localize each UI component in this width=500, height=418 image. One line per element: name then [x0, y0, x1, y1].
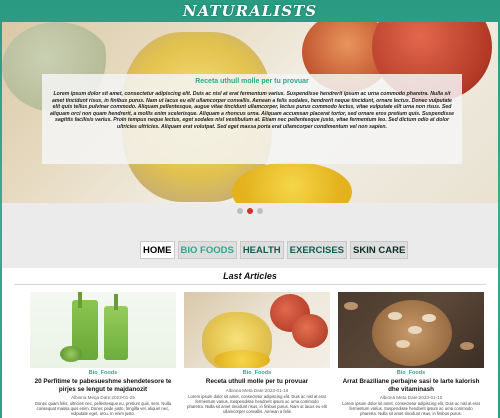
articles-heading: Last Articles: [223, 271, 277, 281]
hero-caption-text: Lorem ipsum dolor sit amet, consectetur …: [49, 91, 455, 130]
article-card-2[interactable]: Bio_Foods Receta uthull molle per tu pro…: [184, 292, 330, 418]
nav-bio-foods[interactable]: BIO FOODS: [177, 241, 237, 259]
article-title[interactable]: Receta uthull molle per tu provuar: [184, 378, 330, 386]
article-card-1[interactable]: Bio_Foods 20 Perfitime te pabesueshme sh…: [30, 292, 176, 418]
divider: [14, 284, 486, 285]
article-card-3[interactable]: Bio_Foods Arrat Braziliane perbajne sasi…: [338, 292, 484, 418]
hero-caption: Receta uthull molle per tu provuar Lorem…: [42, 74, 462, 164]
article-image-parsley-juice[interactable]: [30, 292, 176, 368]
slider-dot-3[interactable]: [257, 208, 263, 214]
page-frame: Receta uthull molle per tu provuar Lorem…: [2, 22, 498, 418]
article-image-apple-vinegar[interactable]: [184, 292, 330, 368]
slider-dot-1[interactable]: [237, 208, 243, 214]
category-nav: HOME BIO FOODS HEALTH EXERCISES SKIN CAR…: [140, 241, 409, 259]
article-image-brazil-nuts[interactable]: [338, 292, 484, 368]
article-meta: Albiona Meqa Date:2023-01-25: [71, 395, 135, 400]
article-meta: Albiona Meta Date:2023-01-10: [379, 395, 443, 400]
slider-dots: [2, 208, 498, 214]
article-meta: Albiona Meta Date:2023-01-16: [225, 387, 289, 393]
slider-dot-2[interactable]: [247, 208, 253, 214]
article-title[interactable]: Arrat Braziliane perbajne sasi te larte …: [338, 378, 484, 393]
nav-skin-care[interactable]: SKIN CARE: [350, 241, 409, 259]
site-title[interactable]: NATURALISTS: [0, 2, 500, 20]
article-excerpt: Lorem ipsum dolor sit amet, consectetur …: [187, 393, 327, 414]
nav-exercises[interactable]: EXERCISES: [286, 241, 348, 259]
article-category[interactable]: Bio_Foods: [30, 370, 176, 376]
hero-slider[interactable]: Receta uthull molle per tu provuar Lorem…: [2, 22, 498, 203]
hero-caption-title[interactable]: Receta uthull molle per tu provuar: [48, 78, 456, 85]
article-title[interactable]: 20 Perfitime te pabesueshme shendetesore…: [30, 378, 176, 393]
article-excerpt: Donec quam felis, ultricies nec, pellent…: [35, 401, 171, 416]
article-excerpt: Lorem ipsum dolor sit amet, consectetur …: [342, 401, 480, 416]
article-category[interactable]: Bio_Foods: [184, 370, 330, 376]
article-category[interactable]: Bio_Foods: [338, 370, 484, 376]
nav-health[interactable]: HEALTH: [239, 241, 284, 259]
nav-home[interactable]: HOME: [140, 241, 175, 259]
